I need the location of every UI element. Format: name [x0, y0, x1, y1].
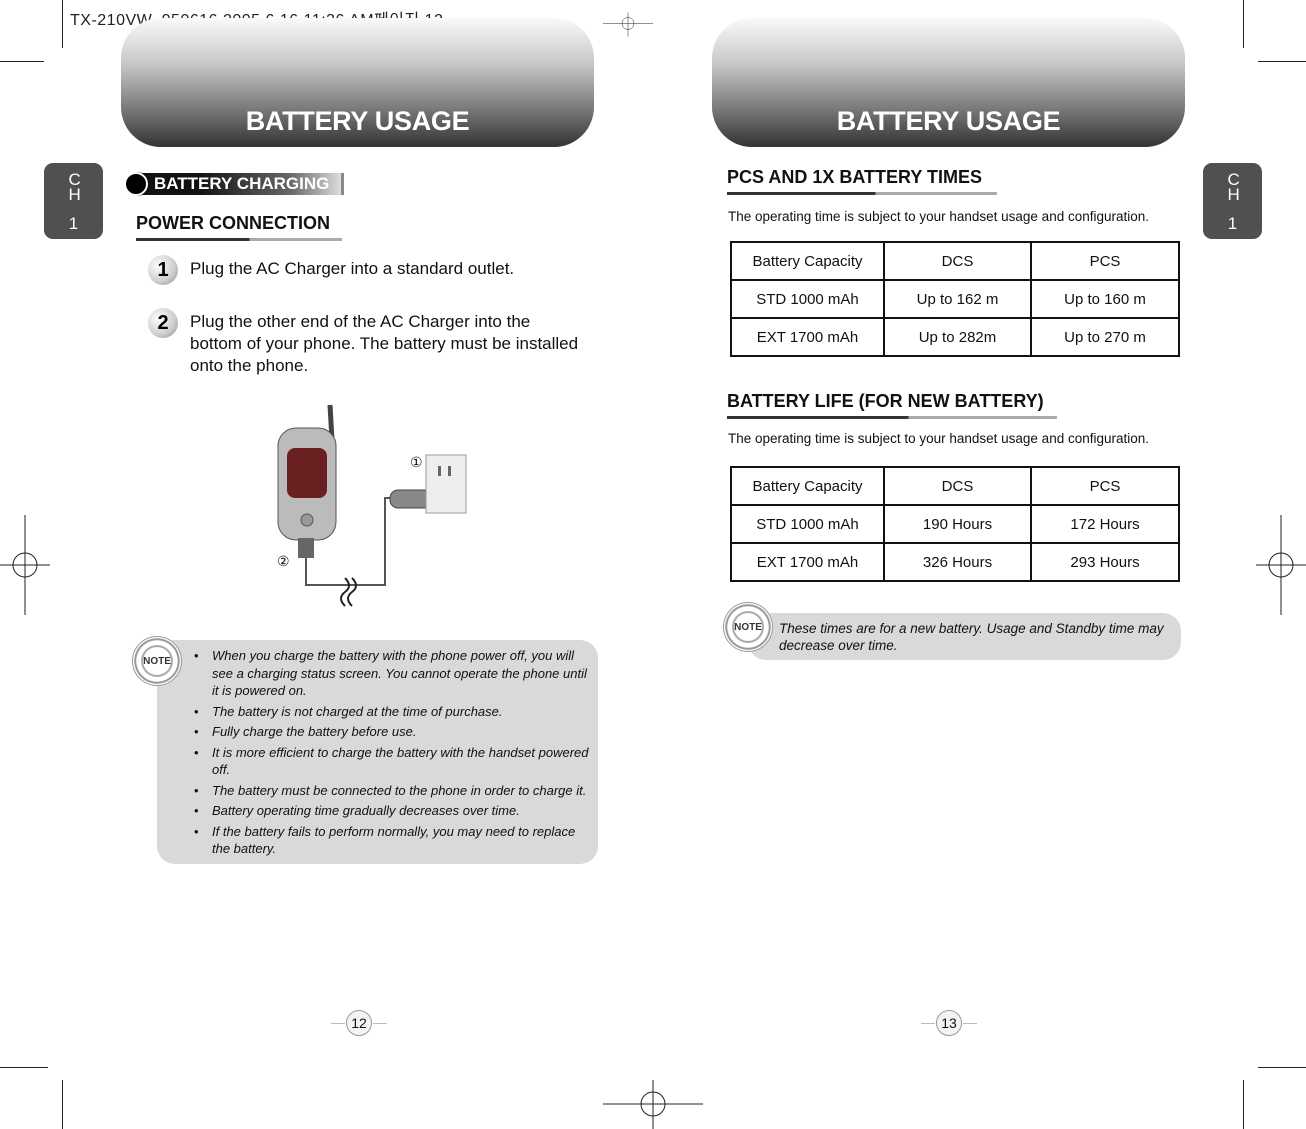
- table-header-row: Battery Capacity DCS PCS: [730, 241, 1180, 281]
- table-cell: 190 Hours: [883, 504, 1032, 544]
- header-cell: PCS: [1030, 466, 1180, 506]
- crop-mark: [62, 1080, 63, 1129]
- table-row: STD 1000 mAh 190 Hours 172 Hours: [730, 504, 1180, 544]
- registration-mark: [1256, 515, 1306, 615]
- table-cell: 172 Hours: [1030, 504, 1180, 544]
- step-text: Plug the other end of the AC Charger int…: [190, 312, 579, 375]
- section-subtitle: The operating time is subject to your ha…: [728, 431, 1150, 446]
- table-cell: STD 1000 mAh: [730, 279, 885, 319]
- underline: [136, 238, 342, 241]
- callout-2: ②: [277, 553, 290, 569]
- subsection-title: POWER CONNECTION: [136, 213, 331, 233]
- talk-time-table: Battery Capacity DCS PCS STD 1000 mAh Up to…: [730, 241, 1180, 357]
- note-box: When you charge the battery with the pho…: [157, 640, 598, 864]
- battery-life-table: Battery Capacity DCS PCS STD 1000 mAh 190 H…: [730, 466, 1180, 582]
- header-cell: Battery Capacity: [730, 241, 885, 281]
- chapter-tab: CH 1: [44, 163, 103, 239]
- table-cell: Up to 270 m: [1030, 317, 1180, 357]
- table-cell: 326 Hours: [883, 542, 1032, 582]
- note-icon: NOTE: [723, 602, 773, 652]
- table-cell: EXT 1700 mAh: [730, 542, 885, 582]
- note-item: The battery is not charged at the time o…: [194, 703, 590, 721]
- section-title: PCS AND 1X BATTERY TIMES: [727, 167, 983, 187]
- crop-mark: [62, 0, 63, 48]
- underline: [727, 192, 997, 195]
- note-item: When you charge the battery with the pho…: [194, 647, 590, 700]
- crop-mark: [0, 1067, 48, 1068]
- registration-mark: [0, 515, 50, 615]
- note-item: Battery operating time gradually decreas…: [194, 802, 590, 820]
- crop-mark: [1243, 1080, 1244, 1129]
- table-row: EXT 1700 mAh 326 Hours 293 Hours: [730, 542, 1180, 582]
- note-item: If the battery fails to perform normally…: [194, 823, 590, 858]
- table-cell: STD 1000 mAh: [730, 504, 885, 544]
- note-box: These times are for a new battery. Usage…: [748, 613, 1181, 660]
- chapter-label: CH: [68, 170, 81, 204]
- chapter-number: 1: [1227, 214, 1238, 233]
- note-item: The battery must be connected to the pho…: [194, 782, 590, 800]
- note-text: These times are for a new battery. Usage…: [779, 621, 1164, 653]
- table-row: EXT 1700 mAh Up to 282m Up to 270 m: [730, 317, 1180, 357]
- section-subtitle: The operating time is subject to your ha…: [728, 209, 1150, 224]
- callout-1: ①: [410, 454, 423, 470]
- registration-mark: [603, 1080, 703, 1129]
- table-header-row: Battery Capacity DCS PCS: [730, 466, 1180, 506]
- bullet-circle-icon: [124, 172, 148, 196]
- table-cell: Up to 162 m: [883, 279, 1032, 319]
- header-cell: Battery Capacity: [730, 466, 885, 506]
- section-pill: BATTERY CHARGING: [124, 172, 344, 196]
- table-cell: Up to 282m: [883, 317, 1032, 357]
- step-number: 2: [148, 308, 178, 338]
- registration-mark: [603, 12, 653, 37]
- crop-mark: [0, 61, 44, 62]
- note-item: It is more efficient to charge the batte…: [194, 744, 590, 779]
- page-header: BATTERY USAGE: [712, 18, 1185, 147]
- header-cell: PCS: [1030, 241, 1180, 281]
- table-cell: 293 Hours: [1030, 542, 1180, 582]
- page-header: BATTERY USAGE: [121, 18, 594, 147]
- crop-mark: [1243, 0, 1244, 48]
- step-number: 1: [148, 255, 178, 285]
- phone-charger-illustration: [277, 404, 467, 607]
- chapter-tab: CH 1: [1203, 163, 1262, 239]
- crop-mark: [1258, 1067, 1306, 1068]
- note-item: Fully charge the battery before use.: [194, 723, 590, 741]
- page-number: 12: [331, 1010, 387, 1036]
- header-cell: DCS: [883, 241, 1032, 281]
- section-title: BATTERY LIFE (FOR NEW BATTERY): [727, 391, 1044, 411]
- section-title: BATTERY CHARGING: [136, 173, 344, 195]
- chapter-number: 1: [68, 214, 79, 233]
- note-icon: NOTE: [132, 636, 182, 686]
- page-number: 13: [921, 1010, 977, 1036]
- header-cell: DCS: [883, 466, 1032, 506]
- chapter-label: CH: [1227, 170, 1240, 204]
- table-row: STD 1000 mAh Up to 162 m Up to 160 m: [730, 279, 1180, 319]
- table-cell: Up to 160 m: [1030, 279, 1180, 319]
- step-text: Plug the AC Charger into a standard outl…: [190, 259, 515, 278]
- table-cell: EXT 1700 mAh: [730, 317, 885, 357]
- crop-mark: [1258, 61, 1306, 62]
- underline: [727, 416, 1057, 419]
